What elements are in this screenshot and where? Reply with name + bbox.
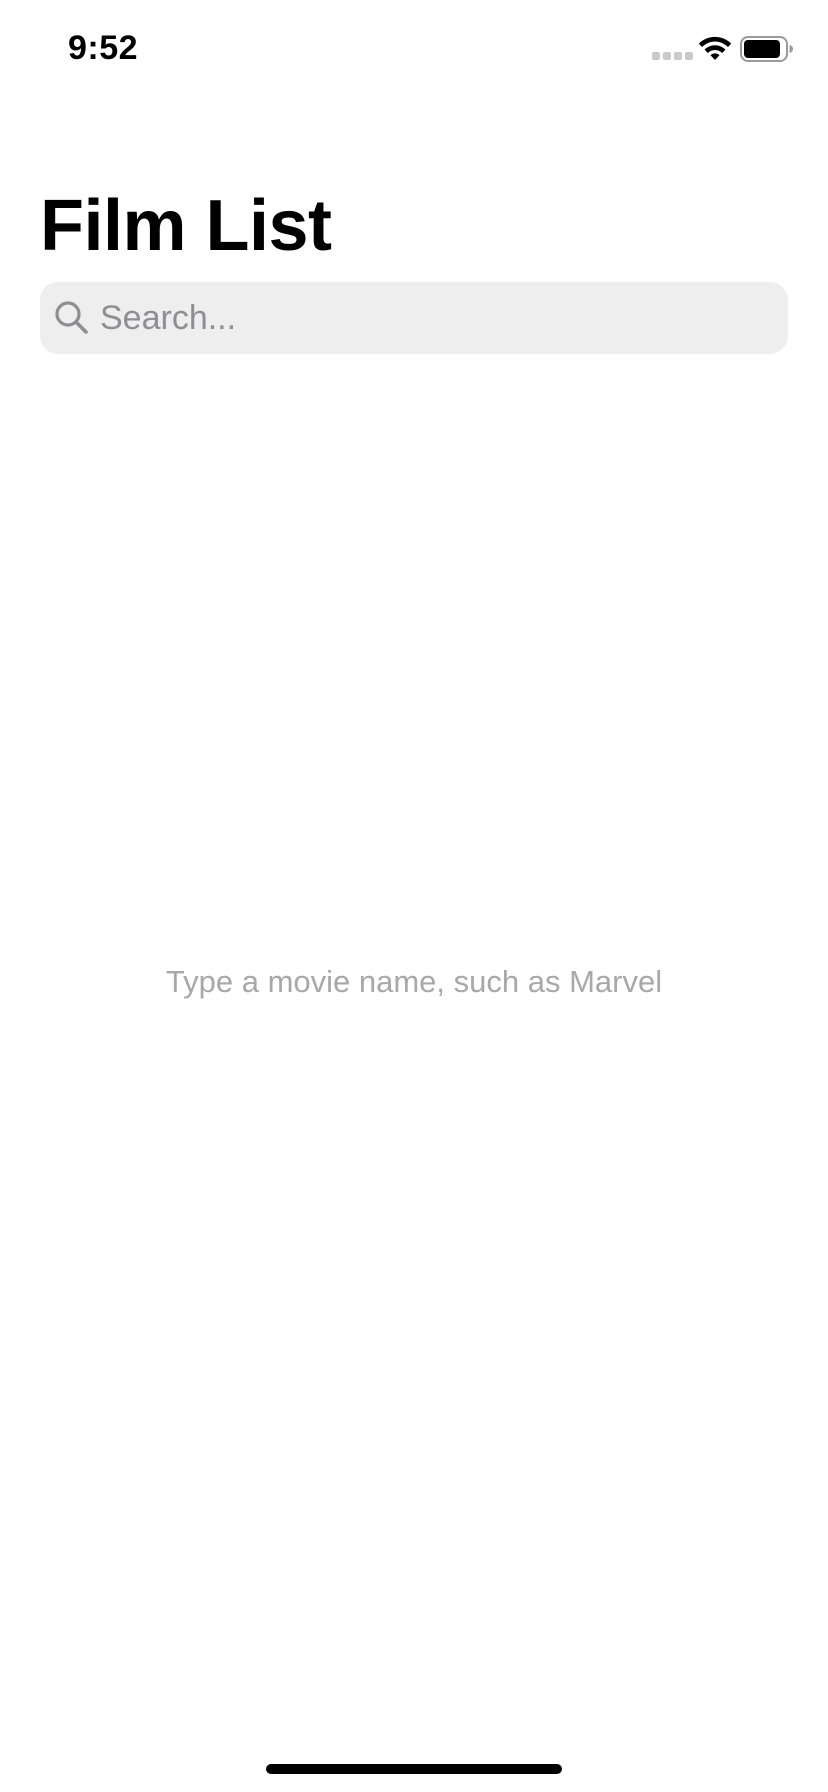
status-bar: 9:52 [0, 0, 828, 100]
search-field[interactable] [40, 282, 788, 354]
status-time: 9:52 [68, 29, 139, 67]
empty-state-message: Type a movie name, such as Marvel [165, 964, 663, 999]
home-indicator[interactable] [266, 1764, 562, 1774]
page-title: Film List [40, 186, 332, 266]
search-icon [55, 301, 88, 334]
search-input[interactable] [100, 282, 770, 354]
cellular-signal-icon [652, 52, 693, 60]
battery-icon [740, 36, 793, 62]
wifi-icon [698, 36, 732, 60]
